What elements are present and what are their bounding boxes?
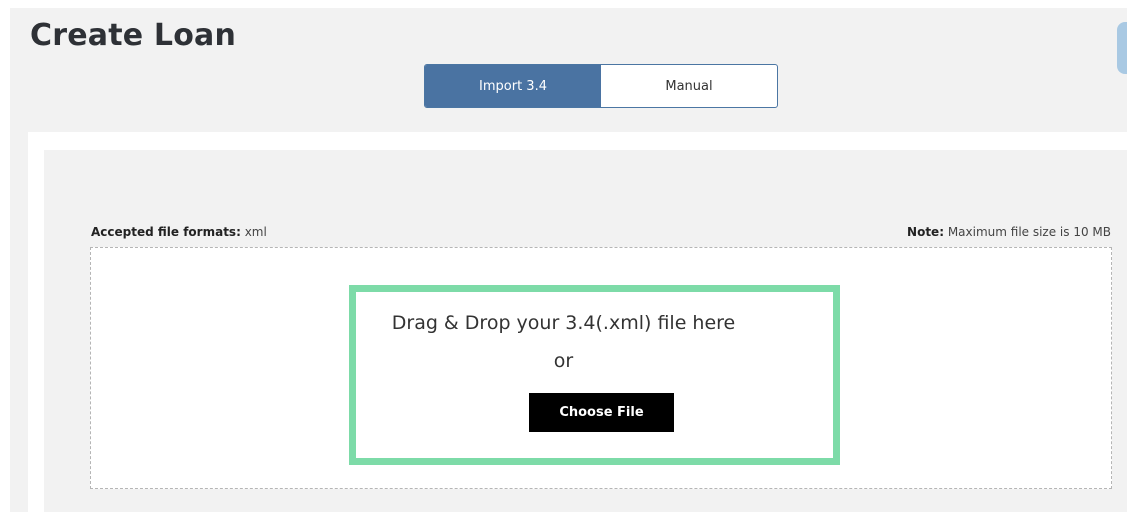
choose-file-button[interactable]: Choose File bbox=[529, 393, 674, 432]
tab-import-3-4[interactable]: Import 3.4 bbox=[425, 65, 601, 107]
accepted-formats-text: Accepted file formats: xml bbox=[91, 225, 267, 239]
max-size-note: Note: Maximum file size is 10 MB bbox=[907, 225, 1111, 239]
accepted-formats-value: xml bbox=[240, 225, 267, 239]
note-label: Note: bbox=[907, 225, 944, 239]
import-mode-tabs: Import 3.4 Manual bbox=[424, 64, 778, 108]
page-title: Create Loan bbox=[30, 18, 237, 53]
note-value: Maximum file size is 10 MB bbox=[944, 225, 1111, 239]
drag-drop-instruction: Drag & Drop your 3.4(.xml) file here bbox=[391, 312, 736, 334]
or-separator: or bbox=[553, 350, 574, 372]
side-panel-toggle[interactable] bbox=[1117, 22, 1127, 74]
accepted-formats-label: Accepted file formats: bbox=[91, 225, 241, 239]
tab-manual[interactable]: Manual bbox=[601, 65, 777, 107]
